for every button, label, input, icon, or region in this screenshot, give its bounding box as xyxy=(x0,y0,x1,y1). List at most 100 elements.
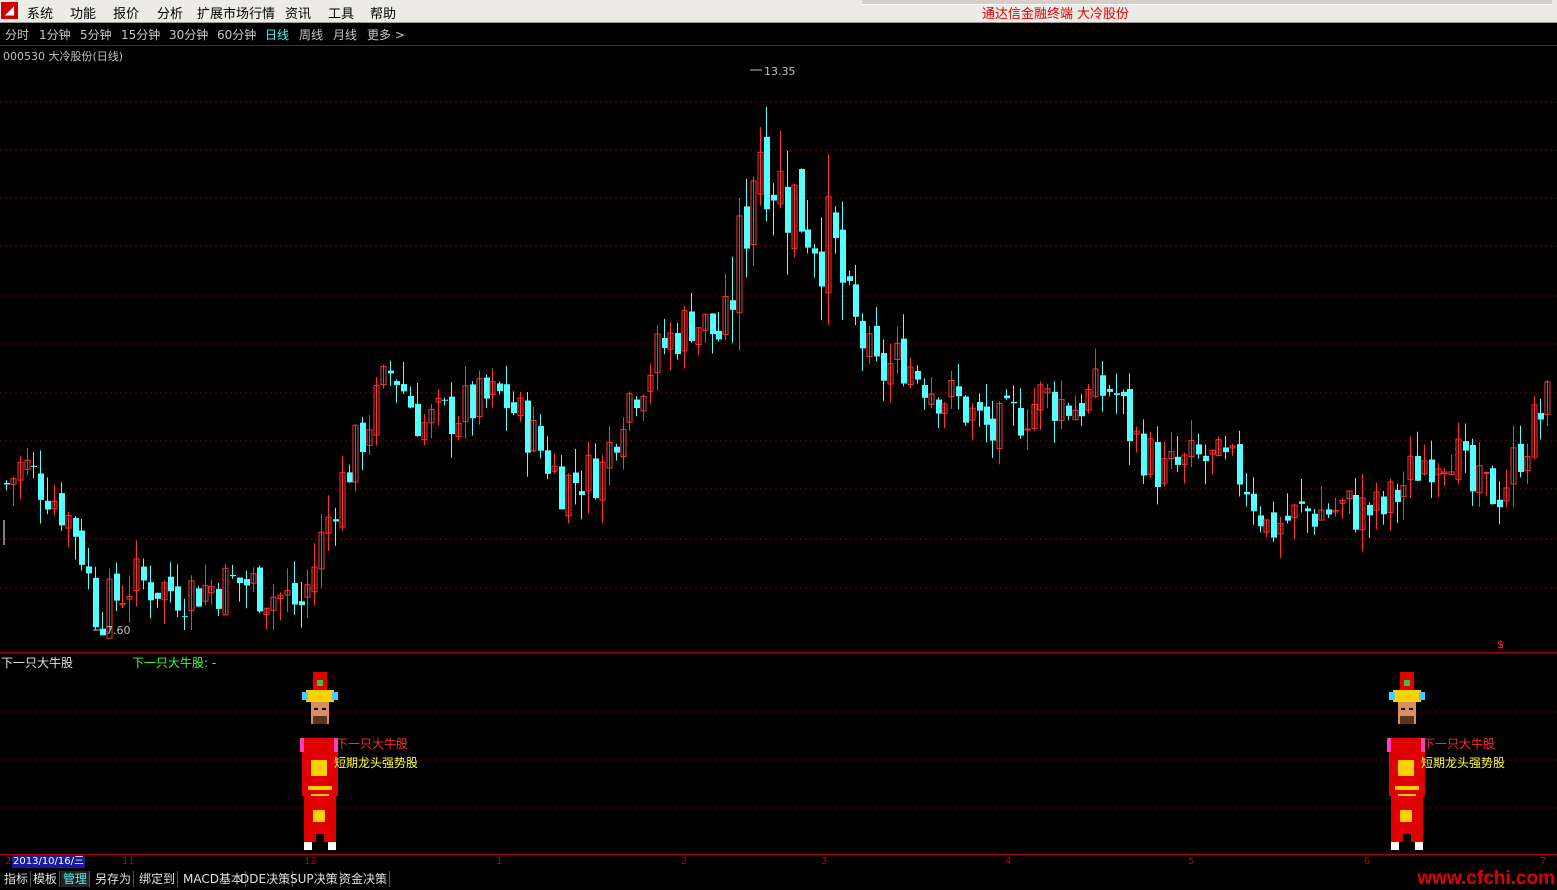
candle-body-down xyxy=(614,446,620,453)
candle-body-down xyxy=(175,586,181,611)
tab-bind-to[interactable]: 绑定到 xyxy=(137,871,179,887)
signal-label-3: 下一只大牛股 xyxy=(1423,737,1496,751)
candle-body-down xyxy=(675,333,681,355)
candle-body-down xyxy=(716,330,722,340)
candle-body-down xyxy=(1353,494,1359,530)
candle-body-down xyxy=(579,491,585,495)
candle-body-down xyxy=(922,385,928,398)
candle-body-down xyxy=(244,579,250,586)
candle-body-down xyxy=(559,466,565,510)
signal-label-1: 下一只大牛股 xyxy=(336,737,409,751)
tab-fund-decision[interactable]: 资金决策 xyxy=(337,871,391,887)
wealth-god-icon xyxy=(1387,672,1425,850)
indicator-title: 下一只大牛股 xyxy=(1,656,74,670)
candle-body-down xyxy=(1175,456,1181,465)
candle-body-down xyxy=(901,338,907,384)
candle-body-down xyxy=(1271,512,1277,538)
tab-indicator[interactable]: 指标 xyxy=(2,871,32,887)
candle-body-down xyxy=(936,399,942,414)
candlestick-chart[interactable]: 13.35 7.60 xyxy=(0,0,1557,887)
candle-body-down xyxy=(819,251,825,287)
candle-body-down xyxy=(79,530,85,565)
candle-body-down xyxy=(1155,442,1161,488)
candle-body-down xyxy=(155,592,161,599)
candle-body-down xyxy=(847,276,853,282)
candle-body-down xyxy=(1011,401,1017,404)
candle-body-down xyxy=(874,325,880,357)
x-tick: 5 xyxy=(1188,856,1195,867)
candle-body-down xyxy=(662,337,668,348)
x-tick: 3 xyxy=(821,856,828,867)
candle-body-down xyxy=(292,583,298,605)
candle-body-down xyxy=(415,403,421,437)
candle-body-down xyxy=(1470,444,1476,492)
candle-body-down xyxy=(1066,405,1072,416)
candle-body-down xyxy=(237,577,243,584)
candle-body-down xyxy=(799,169,805,232)
candle-body-down xyxy=(141,566,147,581)
candle-body-down xyxy=(785,186,791,233)
tab-template[interactable]: 模板 xyxy=(31,871,61,887)
candle-body-down xyxy=(347,472,353,483)
candle-body-down xyxy=(93,577,99,628)
candle-body-down xyxy=(730,300,736,310)
candle-body-down xyxy=(1203,455,1209,462)
candle-body-down xyxy=(689,311,695,341)
tab-sup-decision[interactable]: SUP决策 xyxy=(288,871,341,887)
signal-label-2: 短期龙头强势股 xyxy=(334,756,419,770)
candle-body-down xyxy=(1004,395,1010,399)
candle-body-down xyxy=(1312,513,1318,527)
candle-body-down xyxy=(990,418,996,441)
candle-body-down xyxy=(1367,504,1373,516)
candle-body-down xyxy=(710,313,716,335)
candle-body-down xyxy=(1121,391,1127,397)
candle-body-down xyxy=(1107,388,1113,392)
candle-body-down xyxy=(31,465,37,467)
candle-body-down xyxy=(401,384,407,392)
tab-manage[interactable]: 管理 xyxy=(61,871,91,887)
candle-body-down xyxy=(182,616,188,618)
candle-body-down xyxy=(449,396,455,435)
candle-body-down xyxy=(394,381,400,385)
candle-body-down xyxy=(1196,444,1202,455)
candle-body-down xyxy=(1490,468,1496,505)
candle-body-down xyxy=(915,371,921,380)
candle-body-down xyxy=(333,519,339,522)
candle-body-down xyxy=(511,402,517,414)
candle-body-down xyxy=(1052,391,1058,421)
candle-body-down xyxy=(984,406,990,425)
candle-body-up xyxy=(1024,428,1031,431)
candle-body-down xyxy=(196,588,202,607)
tab-dde-decision[interactable]: DDE决策 xyxy=(238,871,294,887)
candle-body-down xyxy=(1127,389,1133,442)
candle-body-down xyxy=(45,500,51,510)
candle-body-down xyxy=(1305,508,1311,512)
candle-body-down xyxy=(442,399,448,401)
candle-body-down xyxy=(538,426,544,451)
candle-body-down xyxy=(484,377,490,399)
candle-body-down xyxy=(470,384,476,419)
max-price-label: 13.35 xyxy=(764,65,796,78)
candle-body-down xyxy=(73,517,79,537)
x-tick: 6 xyxy=(1364,856,1371,867)
candle-body-down xyxy=(1538,412,1544,420)
candle-body-down xyxy=(230,574,236,577)
candle-body-down xyxy=(1114,393,1120,395)
tab-save-as[interactable]: 另存为 xyxy=(93,871,135,887)
time-axis: 2 11 12 1 2 3 4 5 6 7 xyxy=(0,855,1557,869)
candle-body-down xyxy=(1141,433,1147,476)
x-tick: 1 xyxy=(496,856,503,867)
candle-body-down xyxy=(977,402,983,411)
candle-body-down xyxy=(388,370,394,374)
money-marker-icon: $ xyxy=(1497,638,1504,651)
candle-body-down xyxy=(38,473,44,500)
candle-body-down xyxy=(408,395,414,408)
candle-body-down xyxy=(881,353,887,381)
x-tick: 4 xyxy=(1005,856,1012,867)
wealth-god-icon xyxy=(300,672,338,850)
tab-macd-basic[interactable]: MACD基本 xyxy=(181,871,246,887)
candle-body-down xyxy=(148,582,154,601)
candle-body-down xyxy=(833,212,839,238)
candle-body-down xyxy=(744,206,750,249)
indicator-top-border xyxy=(0,652,1557,653)
